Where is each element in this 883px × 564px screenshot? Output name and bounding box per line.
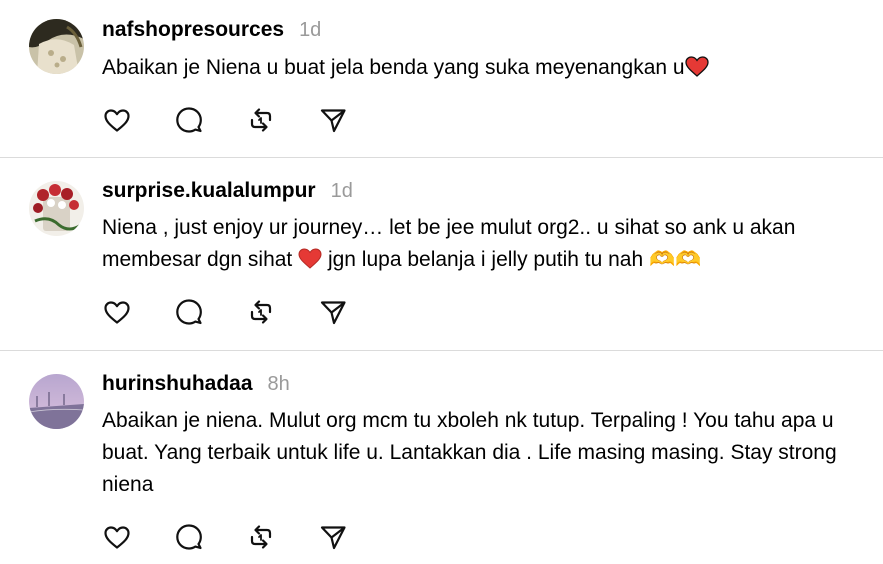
timestamp[interactable]: 1d [331,180,353,203]
comment-button[interactable] [174,105,204,135]
red-heart-emoji-icon [298,248,322,269]
send-icon [320,526,346,550]
comment-bubble-icon [176,107,202,133]
username[interactable]: nafshopresources [102,18,284,42]
timestamp[interactable]: 8h [268,373,290,396]
avatar[interactable] [29,374,84,429]
comment-text-part: Abaikan je Niena u buat jela benda yang … [102,56,685,79]
repost-button[interactable] [246,105,276,135]
repost-button[interactable] [246,297,276,327]
heart-icon [104,526,130,549]
like-button[interactable] [102,105,132,135]
action-bar [102,297,390,327]
comment-button[interactable] [174,297,204,327]
comment-feed: nafshopresources 1d Abaikan je Niena u b… [0,0,883,564]
avatar-image-icon [29,181,84,236]
repost-button[interactable] [246,522,276,552]
comment-button[interactable] [174,522,204,552]
like-button[interactable] [102,522,132,552]
username[interactable]: hurinshuhadaa [102,372,253,396]
comment-text: Niena , just enjoy ur journey… let be je… [102,212,872,276]
heart-icon [104,301,130,324]
repost-icon [250,300,272,324]
red-heart-emoji-icon [684,56,709,77]
comment-text-part: Abaikan je niena. Mulut org mcm tu xbole… [102,409,837,496]
avatar[interactable] [29,181,84,236]
post-divider [0,157,883,158]
post-header: surprise.kualalumpur 1d [102,179,353,205]
repost-icon [250,108,272,132]
like-button[interactable] [102,297,132,327]
action-bar [102,105,390,135]
avatar-image-icon [29,374,84,429]
comment-text: Abaikan je niena. Mulut org mcm tu xbole… [102,405,872,501]
comment-bubble-icon [176,299,202,325]
username[interactable]: surprise.kualalumpur [102,179,316,203]
heart-icon [104,109,130,132]
comment-bubble-icon [176,524,202,550]
send-icon [320,109,346,133]
avatar-image-icon [29,19,84,74]
share-button[interactable] [318,297,348,327]
post-header: hurinshuhadaa 8h [102,372,290,398]
avatar[interactable] [29,19,84,74]
timestamp[interactable]: 1d [299,19,321,42]
comment-text-part: jgn lupa belanja i jelly putih tu nah 🫶🫶 [322,248,702,271]
share-button[interactable] [318,105,348,135]
post-header: nafshopresources 1d [102,18,321,44]
comment-text: Abaikan je Niena u buat jela benda yang … [102,52,872,84]
repost-icon [250,525,272,549]
send-icon [320,301,346,325]
share-button[interactable] [318,522,348,552]
action-bar [102,522,390,552]
post-divider [0,350,883,351]
